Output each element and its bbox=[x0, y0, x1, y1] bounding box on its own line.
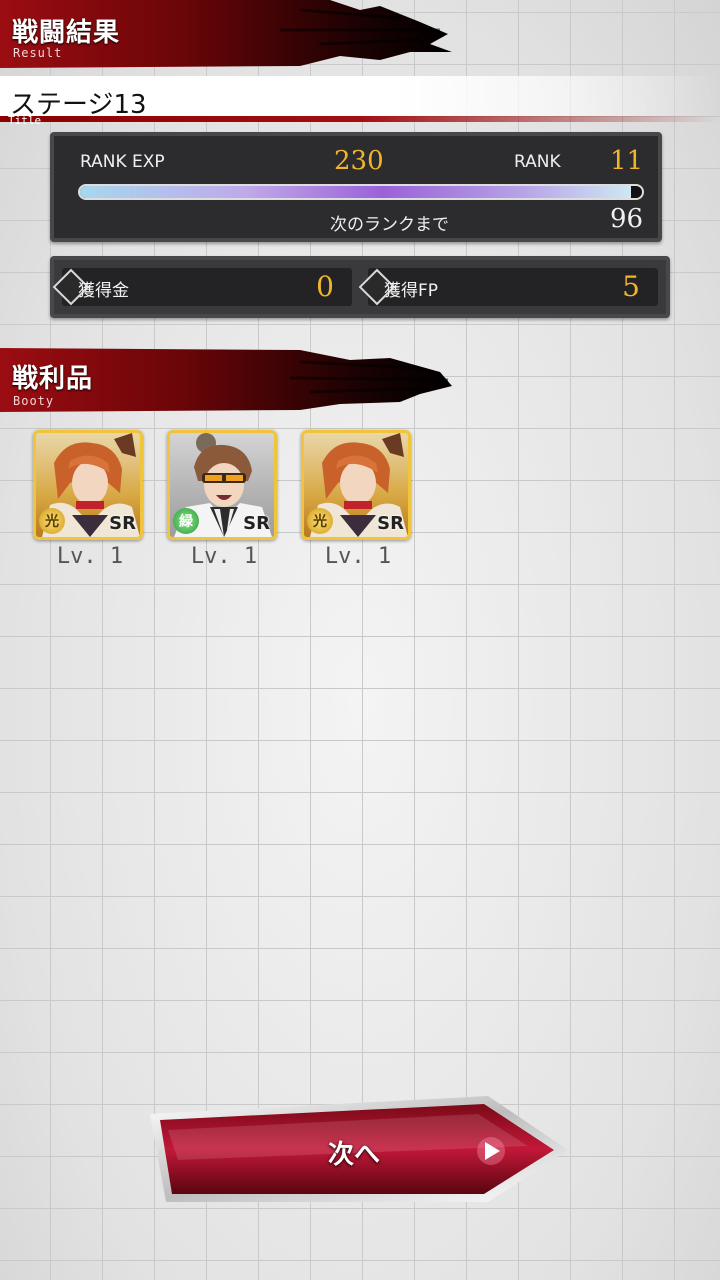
attribute-light-icon: 光 bbox=[307, 508, 333, 534]
fp-value: 5 bbox=[622, 270, 640, 303]
fp-box: 獲得FP 5 bbox=[358, 268, 658, 306]
next-rank-value: 96 bbox=[610, 204, 644, 234]
rank-panel: RANK EXP 230 RANK 11 次のランクまで 96 bbox=[50, 132, 662, 242]
rank-value: 11 bbox=[610, 146, 644, 176]
money-box: 獲得金 0 bbox=[52, 268, 352, 306]
rank-exp-value: 230 bbox=[334, 146, 384, 176]
result-title: 戦闘結果 bbox=[12, 18, 121, 48]
character-card[interactable]: 光 SR bbox=[301, 430, 411, 540]
attribute-light-icon: 光 bbox=[39, 508, 65, 534]
next-rank-label: 次のランクまで bbox=[330, 215, 449, 235]
rarity-badge: SR bbox=[109, 513, 136, 534]
booty-item[interactable]: 緑 SR Lv. 1 bbox=[167, 430, 281, 569]
fp-label: 獲得FP bbox=[384, 281, 439, 301]
booty-title: 戦利品 bbox=[12, 364, 94, 394]
booty-subtitle: Booty bbox=[13, 394, 55, 408]
reward-panel: 獲得金 0 獲得FP 5 bbox=[50, 256, 670, 318]
exp-progress-bar bbox=[78, 184, 644, 200]
money-label: 獲得金 bbox=[78, 281, 129, 301]
money-value: 0 bbox=[316, 270, 334, 303]
attribute-green-icon: 緑 bbox=[173, 508, 199, 534]
result-header: 戦闘結果 Result bbox=[0, 0, 460, 72]
next-button[interactable]: 次へ bbox=[148, 1090, 572, 1210]
exp-progress-fill bbox=[80, 186, 631, 198]
result-subtitle: Result bbox=[13, 46, 63, 60]
level-label: Lv. 1 bbox=[190, 544, 258, 569]
stage-subtitle: Title bbox=[8, 114, 42, 127]
rarity-badge: SR bbox=[377, 513, 404, 534]
character-card[interactable]: 緑 SR bbox=[167, 430, 277, 540]
rarity-badge: SR bbox=[243, 513, 270, 534]
booty-item[interactable]: 光 SR Lv. 1 bbox=[301, 430, 415, 569]
level-label: Lv. 1 bbox=[56, 544, 124, 569]
rank-label: RANK bbox=[514, 152, 561, 172]
stage-title-bar: ステージ13 Title bbox=[0, 76, 720, 127]
play-arrow-icon bbox=[477, 1137, 505, 1165]
rank-exp-label: RANK EXP bbox=[80, 152, 165, 172]
next-button-label: 次へ bbox=[328, 1140, 381, 1170]
booty-header: 戦利品 Booty bbox=[0, 346, 460, 418]
booty-item[interactable]: 光 SR Lv. 1 bbox=[33, 430, 147, 569]
character-card[interactable]: 光 SR bbox=[33, 430, 143, 540]
level-label: Lv. 1 bbox=[324, 544, 392, 569]
